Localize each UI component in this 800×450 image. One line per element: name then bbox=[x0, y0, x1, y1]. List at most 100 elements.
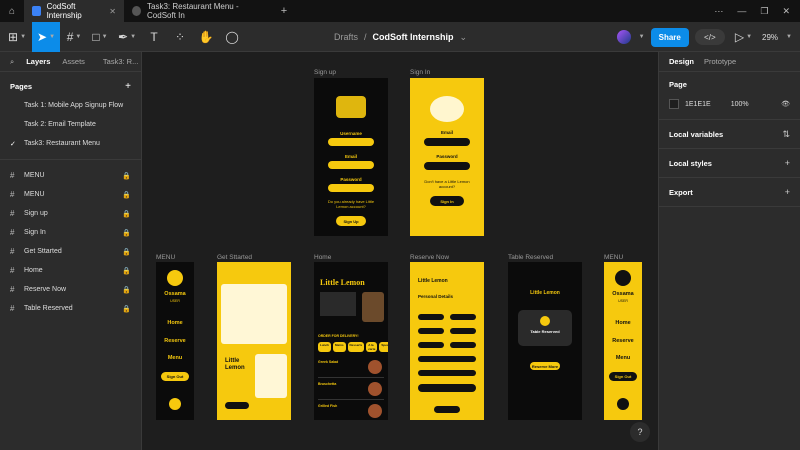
zoom-level[interactable]: 29% bbox=[762, 33, 778, 42]
add-page-icon[interactable]: + bbox=[125, 81, 131, 92]
frame-get-started[interactable]: Little Lemon bbox=[217, 262, 291, 420]
search-icon[interactable]: ⌕ bbox=[10, 57, 14, 67]
page-color-swatch[interactable] bbox=[669, 99, 679, 109]
tab-design[interactable]: Design bbox=[669, 57, 694, 66]
home-chip: Specials bbox=[379, 342, 388, 352]
shape-tool-icon[interactable]: □ ▼ bbox=[88, 22, 112, 52]
signin-button-label: Sign In bbox=[440, 199, 454, 204]
page-opacity-value[interactable]: 100% bbox=[731, 101, 749, 108]
signup-email-label: Email bbox=[344, 154, 357, 159]
frame-table-reserved[interactable]: Little Lemon Table Reserved Reserve More bbox=[508, 262, 582, 420]
lock-icon[interactable]: 🔒 bbox=[122, 210, 131, 218]
file-name[interactable]: CodSoft Internship bbox=[373, 32, 454, 42]
lock-icon[interactable]: 🔒 bbox=[122, 248, 131, 256]
get-started-illustration-2 bbox=[255, 354, 287, 398]
frame-label-get-started[interactable]: Get Sttarted bbox=[217, 254, 252, 261]
move-tool-icon[interactable]: ➤ ▼ bbox=[32, 21, 61, 52]
reserve-field bbox=[450, 328, 476, 334]
tab-layers[interactable]: Layers bbox=[26, 57, 50, 66]
breadcrumb-separator: / bbox=[364, 32, 367, 42]
frame-label-sign-in[interactable]: Sign In bbox=[410, 69, 430, 76]
export-section[interactable]: Export + bbox=[659, 178, 800, 207]
home-dish-name: Grilled Fish bbox=[318, 404, 338, 408]
frame-tool-icon[interactable]: # ▼ bbox=[62, 22, 86, 52]
pages-list: Task 1: Mobile App Signup Flow Task 2: Em… bbox=[0, 96, 141, 153]
new-tab-icon[interactable]: + bbox=[274, 5, 294, 17]
page-item-label: Task 2: Email Template bbox=[24, 121, 96, 128]
layer-item[interactable]: # MENU 🔒 bbox=[0, 185, 141, 204]
resources-icon[interactable]: ⁘ bbox=[168, 22, 192, 52]
avatar[interactable] bbox=[616, 30, 631, 44]
share-button[interactable]: Share bbox=[650, 27, 689, 47]
menu-item-menu: Menu bbox=[167, 355, 183, 361]
frame-sign-up[interactable]: Username Email Password Do you already h… bbox=[314, 78, 388, 236]
signup-already-text: Do you already have Little Lemon account… bbox=[327, 199, 375, 209]
frame-menu-yellow[interactable]: Ossama USER Home Reserve Menu Sign Out bbox=[604, 262, 642, 420]
layer-item[interactable]: # Sign In 🔒 bbox=[0, 223, 141, 242]
help-button[interactable]: ? bbox=[630, 422, 650, 442]
lock-icon[interactable]: 🔒 bbox=[122, 172, 131, 180]
dev-mode-toggle[interactable]: </> bbox=[694, 29, 725, 45]
hand-tool-icon[interactable]: ✋ bbox=[194, 22, 218, 52]
browser-tab-active[interactable]: CodSoft Internship ✕ bbox=[24, 0, 124, 22]
layer-item[interactable]: # Home 🔒 bbox=[0, 261, 141, 280]
home-chip: Desserts bbox=[347, 342, 365, 352]
main-menu-icon[interactable]: ⊞ ▼ bbox=[4, 22, 30, 52]
present-icon[interactable]: ▷ ▼ bbox=[731, 22, 756, 52]
restore-icon[interactable]: ❐ bbox=[760, 6, 768, 17]
lock-icon[interactable]: 🔒 bbox=[122, 286, 131, 294]
frame-sign-in[interactable]: Email Password Don't have a Little Lemon… bbox=[410, 78, 484, 236]
add-style-icon[interactable]: + bbox=[785, 158, 790, 168]
page-item[interactable]: Task 1: Mobile App Signup Flow bbox=[0, 96, 141, 115]
frame-label-table-reserved[interactable]: Table Reserved bbox=[508, 254, 553, 261]
browser-tab-inactive[interactable]: Task3: Restaurant Menu - CodSoft In bbox=[124, 0, 274, 22]
more-icon[interactable]: ⋯ bbox=[714, 6, 723, 17]
tab-assets[interactable]: Assets bbox=[62, 57, 85, 66]
chevron-down-icon[interactable]: ▼ bbox=[786, 34, 792, 40]
layer-item[interactable]: # Sign up 🔒 bbox=[0, 204, 141, 223]
frame-label-menu-right[interactable]: MENU bbox=[604, 254, 623, 261]
lock-icon[interactable]: 🔒 bbox=[122, 229, 131, 237]
tab-prototype[interactable]: Prototype bbox=[704, 57, 736, 66]
chevron-down-icon[interactable]: ▼ bbox=[639, 34, 645, 40]
comment-icon[interactable]: ◯ bbox=[220, 22, 244, 52]
frame-reserve-now[interactable]: Little Lemon Personal Details bbox=[410, 262, 484, 420]
close-tab-icon[interactable]: ✕ bbox=[109, 7, 116, 16]
text-tool-icon[interactable]: T bbox=[142, 22, 166, 52]
frame-icon: # bbox=[10, 247, 15, 256]
close-window-icon[interactable]: ✕ bbox=[782, 6, 790, 17]
frame-label-sign-up[interactable]: Sign up bbox=[314, 69, 336, 76]
lock-icon[interactable]: 🔒 bbox=[122, 191, 131, 199]
local-styles-section[interactable]: Local styles + bbox=[659, 149, 800, 178]
local-variables-label: Local variables bbox=[669, 129, 724, 139]
page-color-value[interactable]: 1E1E1E bbox=[685, 101, 711, 108]
current-page-tab[interactable]: Task3: R... bbox=[103, 57, 138, 66]
home-icon[interactable]: ⌂ bbox=[0, 0, 24, 22]
signin-no-account-text: Don't have a Little Lemon account? bbox=[424, 179, 470, 189]
frame-menu[interactable]: Ossama USER Home Reserve Menu Sign Out bbox=[156, 262, 194, 420]
minimize-icon[interactable]: — bbox=[737, 6, 746, 17]
frame-home[interactable]: Little Lemon ORDER FOR DELIVERY! Lunch Ma… bbox=[314, 262, 388, 420]
layer-item[interactable]: # MENU 🔒 bbox=[0, 166, 141, 185]
lock-icon[interactable]: 🔒 bbox=[122, 267, 131, 275]
local-variables-section[interactable]: Local variables ⇅ bbox=[659, 120, 800, 149]
canvas[interactable]: Sign up Sign In MENU Get Sttarted Home R… bbox=[142, 52, 658, 450]
page-item[interactable]: Task 2: Email Template bbox=[0, 115, 141, 134]
page-item[interactable]: ✓ Task3: Restaurant Menu bbox=[0, 134, 141, 153]
layer-name: MENU bbox=[24, 191, 45, 198]
variables-icon[interactable]: ⇅ bbox=[782, 129, 790, 140]
lock-icon[interactable]: 🔒 bbox=[122, 305, 131, 313]
add-export-icon[interactable]: + bbox=[785, 187, 790, 197]
breadcrumb-drafts[interactable]: Drafts bbox=[334, 32, 358, 42]
chevron-down-icon[interactable]: ⌄ bbox=[460, 32, 468, 43]
pen-tool-icon[interactable]: ✒ ▼ bbox=[114, 22, 140, 52]
frame-label-reserve-now[interactable]: Reserve Now bbox=[410, 254, 449, 261]
layer-item[interactable]: # Reserve Now 🔒 bbox=[0, 280, 141, 299]
frame-icon: # bbox=[10, 171, 15, 180]
frame-label-menu[interactable]: MENU bbox=[156, 254, 175, 261]
file-favicon-icon bbox=[132, 6, 142, 16]
layer-item[interactable]: # Table Reserved 🔒 bbox=[0, 299, 141, 318]
frame-label-home[interactable]: Home bbox=[314, 254, 331, 261]
eye-icon[interactable]: 👁 bbox=[781, 100, 790, 108]
layer-item[interactable]: # Get Sttarted 🔒 bbox=[0, 242, 141, 261]
